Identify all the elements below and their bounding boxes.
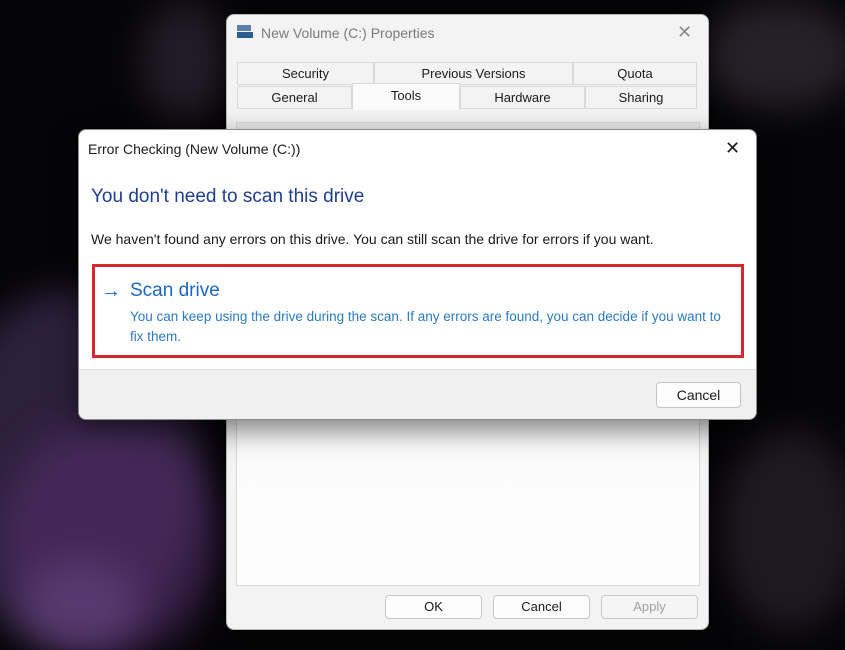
close-icon[interactable]: ✕: [677, 22, 692, 42]
arrow-right-icon: →: [101, 280, 121, 302]
properties-window-title: New Volume (C:) Properties: [261, 25, 435, 41]
cancel-button[interactable]: Cancel: [493, 595, 590, 619]
tab-general[interactable]: General: [237, 86, 352, 109]
tab-security[interactable]: Security: [237, 62, 374, 85]
tab-previous-versions[interactable]: Previous Versions: [374, 62, 573, 85]
dialog-message: We haven't found any errors on this driv…: [91, 231, 654, 247]
scan-drive-link[interactable]: Scan drive: [130, 280, 220, 302]
tab-sharing[interactable]: Sharing: [585, 86, 697, 109]
ok-button[interactable]: OK: [385, 595, 482, 619]
error-checking-dialog: Error Checking (New Volume (C:)) ✕ You d…: [78, 129, 757, 420]
scan-drive-description: You can keep using the drive during the …: [130, 309, 721, 344]
tab-quota[interactable]: Quota: [573, 62, 697, 85]
drive-icon: [237, 25, 253, 39]
dialog-footer: Cancel: [79, 369, 756, 419]
scan-drive-option[interactable]: → Scan drive You can keep using the driv…: [92, 264, 744, 358]
dialog-title: Error Checking (New Volume (C:)): [88, 141, 301, 157]
apply-button[interactable]: Apply: [601, 595, 698, 619]
close-icon[interactable]: ✕: [725, 138, 740, 158]
dialog-heading: You don't need to scan this drive: [91, 186, 365, 207]
tab-tools[interactable]: Tools: [352, 83, 460, 110]
cancel-button[interactable]: Cancel: [656, 382, 741, 408]
tab-hardware[interactable]: Hardware: [460, 86, 585, 109]
